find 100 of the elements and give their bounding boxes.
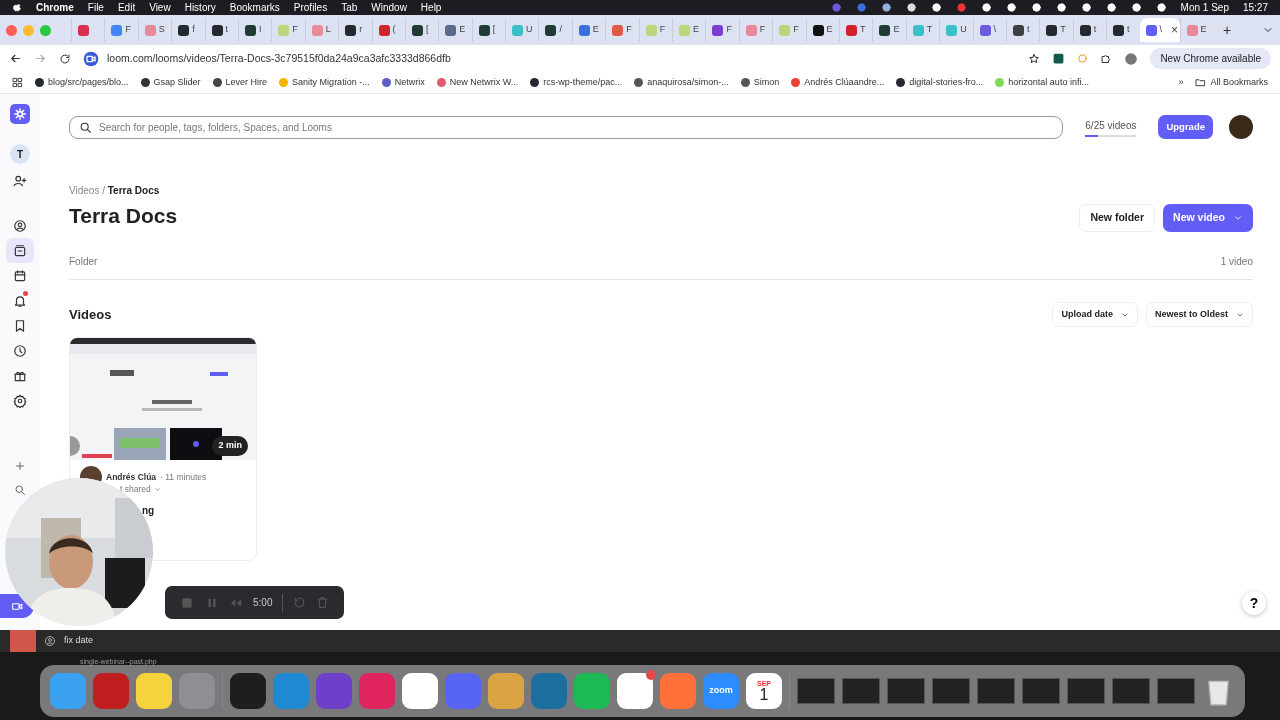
profile-icon[interactable] (13, 218, 27, 233)
browser-tab[interactable]: E (872, 18, 906, 42)
browser-tab[interactable]: F (605, 18, 639, 42)
browser-tab[interactable]: E (571, 18, 606, 42)
sort-dropdown[interactable]: Newest to Oldest (1146, 301, 1253, 328)
settings-icon[interactable] (13, 393, 27, 408)
new-video-button[interactable]: New video (1163, 204, 1253, 232)
browser-tab[interactable]: E (672, 18, 706, 42)
window-thumbnail[interactable] (1157, 678, 1195, 704)
video-title[interactable]: ng (142, 503, 246, 518)
browser-tab[interactable]: F (271, 18, 305, 42)
account-icon[interactable] (44, 635, 56, 647)
window-thumbnail[interactable] (887, 678, 925, 704)
new-folder-button[interactable]: New folder (1079, 204, 1156, 232)
sidebar-item-highlight[interactable] (6, 238, 34, 263)
window-thumbnail[interactable] (1022, 678, 1060, 704)
bookmark-star-icon[interactable] (1028, 52, 1041, 65)
bookmark-link[interactable]: anaquirosa/simon-... (634, 75, 729, 90)
browser-tab[interactable]: ( (371, 18, 405, 42)
new-tab-button[interactable]: + (1222, 19, 1232, 41)
bookmark-link[interactable]: Netwrix (381, 75, 425, 90)
close-tab-button[interactable]: × (1171, 21, 1179, 39)
menu-item[interactable]: Tab (341, 0, 358, 15)
menu-item[interactable]: View (149, 0, 171, 15)
app-menu[interactable]: Chrome (36, 0, 74, 15)
logo-icon[interactable] (10, 104, 30, 124)
bookmark-link[interactable]: New Netwrix W... (436, 75, 519, 90)
browser-tab[interactable]: t (1005, 18, 1040, 42)
bookmark-link[interactable]: Simon (740, 75, 780, 90)
app-icon[interactable] (617, 673, 653, 709)
bookmark-link[interactable]: rcs-wp-theme/pac... (530, 75, 623, 90)
browser-tab[interactable]: / (538, 18, 572, 42)
upgrade-button[interactable]: Upgrade (1158, 115, 1213, 140)
browser-tab[interactable]: T (839, 18, 873, 42)
restart-icon[interactable] (293, 596, 307, 609)
bookmark-icon[interactable] (13, 318, 27, 333)
menu-item[interactable]: Edit (117, 0, 136, 15)
bookmark-link[interactable]: blog/src/pages/blo... (35, 75, 129, 90)
all-bookmarks-button[interactable]: All Bookmarks (1195, 75, 1268, 90)
bookmark-link[interactable]: digital-stories-fro... (896, 75, 984, 90)
bookmark-link[interactable]: horizontal auto infi... (995, 75, 1089, 90)
apps-grid-icon[interactable] (12, 77, 23, 88)
bookmark-link[interactable]: Lever Hire (212, 75, 268, 90)
sort-dropdown[interactable]: Upload date (1052, 301, 1138, 328)
browser-tab[interactable]: f (171, 18, 205, 42)
browser-tab[interactable]: \ (972, 18, 1006, 42)
bell-icon[interactable] (13, 293, 27, 308)
window-thumbnail[interactable] (797, 678, 835, 704)
sharing-dropdown[interactable]: t shared (120, 483, 161, 496)
library-icon[interactable] (13, 243, 27, 258)
app-icon[interactable] (136, 673, 172, 709)
menu-item[interactable]: Help (420, 0, 442, 15)
browser-tab[interactable]: F (772, 18, 806, 42)
status-icon[interactable] (880, 2, 892, 13)
search-icon[interactable] (14, 484, 26, 496)
bookmark-link[interactable]: Gsap Slider (140, 75, 201, 90)
browser-tab[interactable]: U (505, 18, 539, 42)
profile-avatar-icon[interactable] (1124, 51, 1139, 66)
browser-tab[interactable]: F (104, 18, 138, 42)
browser-tab[interactable]: E (438, 18, 472, 42)
window-thumbnail[interactable] (977, 678, 1015, 704)
window-control[interactable] (6, 24, 17, 36)
menu-item[interactable]: Profiles (293, 0, 328, 15)
address-field[interactable]: loom.com/looms/videos/Terra-Docs-3c79515f0da24a9ca3afc3333d866dfb (107, 50, 451, 67)
browser-tab[interactable]: t (1072, 18, 1107, 42)
usage-meter[interactable]: 6/25 videos (1079, 117, 1143, 137)
user-avatar[interactable] (1229, 115, 1253, 140)
app-icon[interactable] (230, 673, 266, 709)
browser-tab[interactable]: I (237, 18, 272, 42)
menu-item[interactable]: Bookmarks (229, 0, 280, 15)
browser-tab[interactable]: [ (404, 18, 439, 42)
back-icon[interactable] (9, 52, 22, 65)
reload-icon[interactable] (59, 52, 71, 65)
puzzle-icon[interactable] (1100, 52, 1113, 65)
apple-icon[interactable] (12, 2, 22, 13)
more-bookmarks-button[interactable]: » (1178, 75, 1184, 90)
browser-tab[interactable]: L (304, 18, 339, 42)
help-button[interactable]: ? (1242, 591, 1266, 615)
browser-tab[interactable]: F (738, 18, 773, 42)
browser-tab[interactable]: t (204, 18, 238, 42)
browser-tab[interactable]: T (1039, 18, 1073, 42)
browser-tab[interactable]: t (1106, 18, 1140, 42)
add-person-icon[interactable] (13, 174, 27, 188)
search-field[interactable]: Search for people, tags, folders, Spaces, and Looms (69, 115, 1064, 139)
workspace-avatar[interactable]: T (10, 144, 30, 164)
calendar-icon[interactable] (13, 268, 27, 283)
menu-item[interactable]: History (184, 0, 216, 15)
browser-tab[interactable]: F (705, 18, 739, 42)
update-button[interactable]: New Chrome available (1150, 48, 1271, 69)
window-thumbnail[interactable] (842, 678, 880, 704)
app-icon[interactable] (402, 673, 438, 709)
bookmark-link[interactable]: Sanity Migration -... (279, 75, 370, 90)
browser-tab[interactable]: S (137, 18, 172, 42)
browser-tab[interactable]: \ × (1139, 18, 1180, 42)
browser-tab[interactable]: r (338, 18, 372, 42)
menu-item[interactable]: Window (371, 0, 407, 15)
browser-tab[interactable]: U (939, 18, 973, 42)
menu-item[interactable]: File (87, 0, 104, 15)
bookmark-link[interactable]: Andrés Clúaandre... (791, 75, 885, 90)
breadcrumb-link[interactable]: Videos (69, 185, 100, 197)
